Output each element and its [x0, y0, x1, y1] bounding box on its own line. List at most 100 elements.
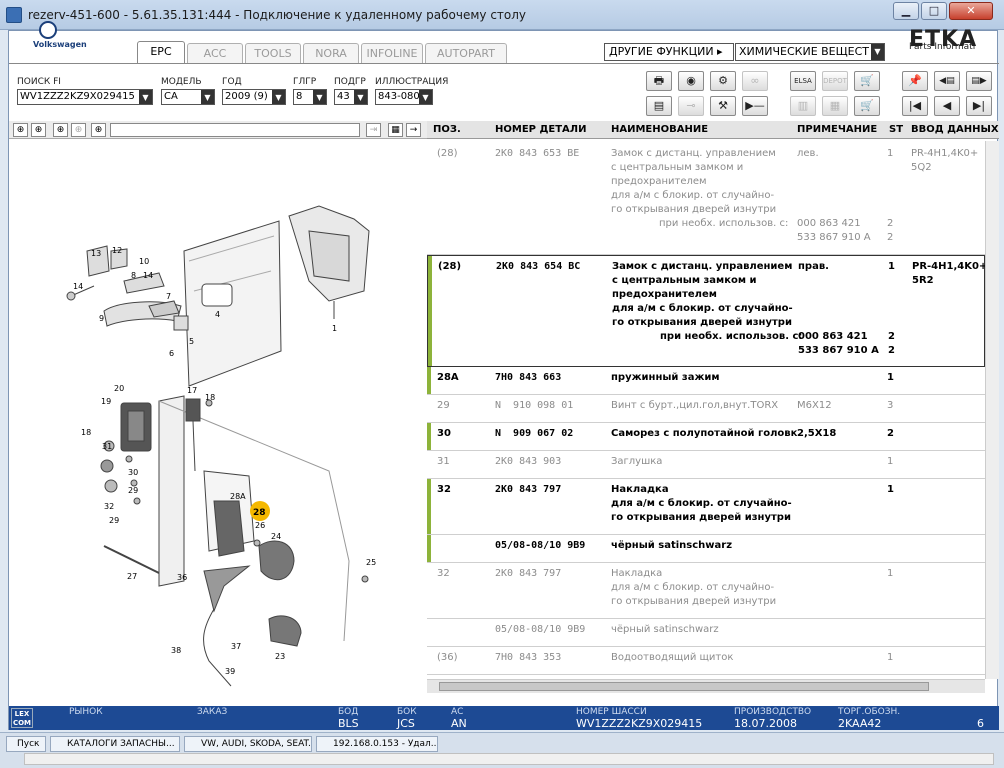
table-row[interactable]: 32 2K0 843 797 Накладка для а/м с блокир. …	[427, 479, 985, 535]
horizontal-scrollbar[interactable]	[427, 679, 985, 693]
parts-illustration[interactable]: 28 1 12 13 10 8 14 14 7 9 4 5 6 20 19 17…	[9, 141, 427, 696]
search-icon[interactable]: ⊕	[91, 123, 106, 137]
cell-note: 2,5X18	[797, 428, 837, 439]
prev-page-button[interactable]: ◀▤	[934, 71, 960, 91]
col-note[interactable]: ПРИМЕЧАНИЕ	[797, 124, 877, 135]
play-dash-button[interactable]: ▶—	[742, 96, 768, 116]
chevron-down-icon[interactable]: ▼	[419, 90, 432, 104]
settings-button[interactable]: ⚙	[710, 71, 736, 91]
col-partno[interactable]: НОМЕР ДЕТАЛИ	[495, 124, 586, 135]
scroll-thumb[interactable]	[439, 682, 929, 691]
expand-icon[interactable]: →	[406, 123, 421, 137]
year-value: 2009 (9)	[225, 91, 268, 102]
chevron-down-icon[interactable]: ▼	[139, 90, 152, 104]
chevron-down-icon[interactable]: ▼	[201, 90, 214, 104]
table-button[interactable]: ▦	[822, 96, 848, 116]
chevron-down-icon[interactable]: ▼	[272, 90, 285, 104]
tab-tools[interactable]: TOOLS	[245, 43, 301, 63]
vin-search-field[interactable]: WV1ZZZ2KZ9X029415 ▼	[17, 89, 153, 105]
window-title: rezerv-451-600 - 5.61.35.131:444 - Подкл…	[28, 8, 527, 22]
zoom-out-icon[interactable]: ⊕	[31, 123, 46, 137]
maximize-button[interactable]: □	[921, 2, 947, 20]
pin-button[interactable]: 📌	[902, 71, 928, 91]
list-button[interactable]: ▤	[646, 96, 672, 116]
chevron-down-icon[interactable]: ▼	[354, 90, 367, 104]
zoom-fit-icon[interactable]: ⊕	[53, 123, 68, 137]
table-row[interactable]: 30 N 909 067 02 Саморез с полупотайной гол…	[427, 423, 985, 451]
zoom-reset-icon[interactable]: ⊕	[71, 123, 86, 137]
chevron-down-icon[interactable]: ▼	[871, 44, 884, 60]
task-vw-audi[interactable]: VW, AUDI, SKODA, SEAT...	[184, 736, 312, 752]
table-row[interactable]: (28) 2K0 843 654 BC Замок с дистанц. управ…	[427, 255, 985, 367]
depot-button[interactable]: DEPOT	[822, 71, 848, 91]
taskbar: Пуск КАТАЛОГИ ЗАПАСНЫ... VW, AUDI, SKODA…	[0, 732, 1004, 768]
other-functions-menu[interactable]: ДРУГИЕ ФУНКЦИИ ▸	[604, 43, 734, 61]
cell-pos: (28)	[437, 148, 458, 159]
split-icon[interactable]: ⇥	[366, 123, 381, 137]
table-row[interactable]: 31 2K0 843 903 Заглушка 1	[427, 451, 985, 479]
illustration-search-input[interactable]	[110, 123, 360, 137]
col-pos[interactable]: ПОЗ.	[433, 124, 461, 135]
callout-label: 27	[127, 572, 137, 581]
cell-note2: 000 863 421 533 867 910 A	[798, 331, 879, 356]
chemicals-select[interactable]: ХИМИЧЕСКИЕ ВЕЩЕСТ ▼	[735, 43, 885, 61]
subgroup-select[interactable]: 43 ▼	[334, 89, 368, 105]
start-button[interactable]: Пуск	[6, 736, 46, 752]
cell-name: чёрный satinschwarz	[611, 540, 733, 551]
callout-label: 18	[81, 428, 91, 437]
grid-button[interactable]: ▥	[790, 96, 816, 116]
vertical-scrollbar[interactable]	[985, 141, 999, 679]
col-input[interactable]: ВВОД ДАННЫХ	[911, 124, 999, 135]
chevron-down-icon[interactable]: ▼	[313, 90, 326, 104]
table-row[interactable]: 05/08-08/10 9B9 чёрный satinschwarz	[427, 535, 985, 563]
model-select[interactable]: CA ▼	[161, 89, 215, 105]
next-page-button[interactable]: ▤▶	[966, 71, 992, 91]
zoom-in-icon[interactable]: ⊕	[13, 123, 28, 137]
task-remote[interactable]: 192.168.0.153 - Удал...	[316, 736, 438, 752]
illustration-select[interactable]: 843-080 ▼	[375, 89, 433, 105]
cell-pos: 28A	[437, 372, 459, 383]
year-select[interactable]: 2009 (9) ▼	[222, 89, 286, 105]
elsa-button[interactable]: ELSA	[790, 71, 816, 91]
callout-label: 36	[177, 573, 187, 582]
main-group-label: ГЛГР	[293, 77, 317, 87]
main-group-select[interactable]: 8 ▼	[293, 89, 327, 105]
table-row[interactable]: 32 2K0 843 797 Накладка для а/м с блокир. …	[427, 563, 985, 619]
taskbar-scrollbar[interactable]	[24, 753, 994, 765]
cell-pos: (36)	[437, 652, 458, 663]
bicycle-button[interactable]: ⚒	[710, 96, 736, 116]
tab-acc[interactable]: ACC	[187, 43, 243, 63]
tab-epc[interactable]: EPC	[137, 41, 185, 63]
first-button[interactable]: |◀	[902, 96, 928, 116]
tab-divider	[9, 63, 999, 64]
close-button[interactable]: ✕	[949, 2, 993, 20]
table-row[interactable]: (36) 7H0 843 353 Водоотводящий щиток 1	[427, 647, 985, 675]
col-st[interactable]: ST	[889, 124, 903, 135]
last-button[interactable]: ▶|	[966, 96, 992, 116]
cart-button[interactable]: 🛒	[854, 71, 880, 91]
table-row[interactable]: 29 N 910 098 01 Винт с бурт.,цил.гол,внут.…	[427, 395, 985, 423]
cell-partno: 7H0 843 353	[495, 652, 562, 663]
tab-nora[interactable]: NORA	[303, 43, 359, 63]
tab-autopart[interactable]: AUTOPART	[425, 43, 507, 63]
link-button[interactable]: ∞	[742, 71, 768, 91]
layout-icon[interactable]: ▦	[388, 123, 403, 137]
back-button[interactable]: ◀	[934, 96, 960, 116]
cell-name: Накладка для а/м с блокир. от случайно- …	[611, 568, 777, 607]
cell-name: Замок с дистанц. управлением с центральн…	[611, 148, 777, 215]
table-row[interactable]: (28) 2K0 843 653 BE Замок с дистанц. управ…	[427, 143, 985, 255]
col-name[interactable]: НАИМЕНОВАНИЕ	[611, 124, 708, 135]
cell-note: M6X12	[797, 400, 832, 411]
callout-label: 8	[131, 271, 136, 280]
cell-pos: 31	[437, 456, 450, 467]
disc-button[interactable]: ◉	[678, 71, 704, 91]
table-row[interactable]: 28A 7H0 843 663 пружинный зажим 1	[427, 367, 985, 395]
tab-infoline[interactable]: INFOLINE	[361, 43, 423, 63]
task-catalogs[interactable]: КАТАЛОГИ ЗАПАСНЫ...	[50, 736, 180, 752]
table-row[interactable]: 05/08-08/10 9B9 чёрный satinschwarz	[427, 619, 985, 647]
key-button[interactable]: ⊸	[678, 96, 704, 116]
minimize-button[interactable]: ▁	[893, 2, 919, 20]
cell-input: PR-4H1,4K0+ 5R2	[912, 261, 985, 286]
cart-list-button[interactable]: 🛒	[854, 96, 880, 116]
print-button[interactable]: 🖶	[646, 71, 672, 91]
